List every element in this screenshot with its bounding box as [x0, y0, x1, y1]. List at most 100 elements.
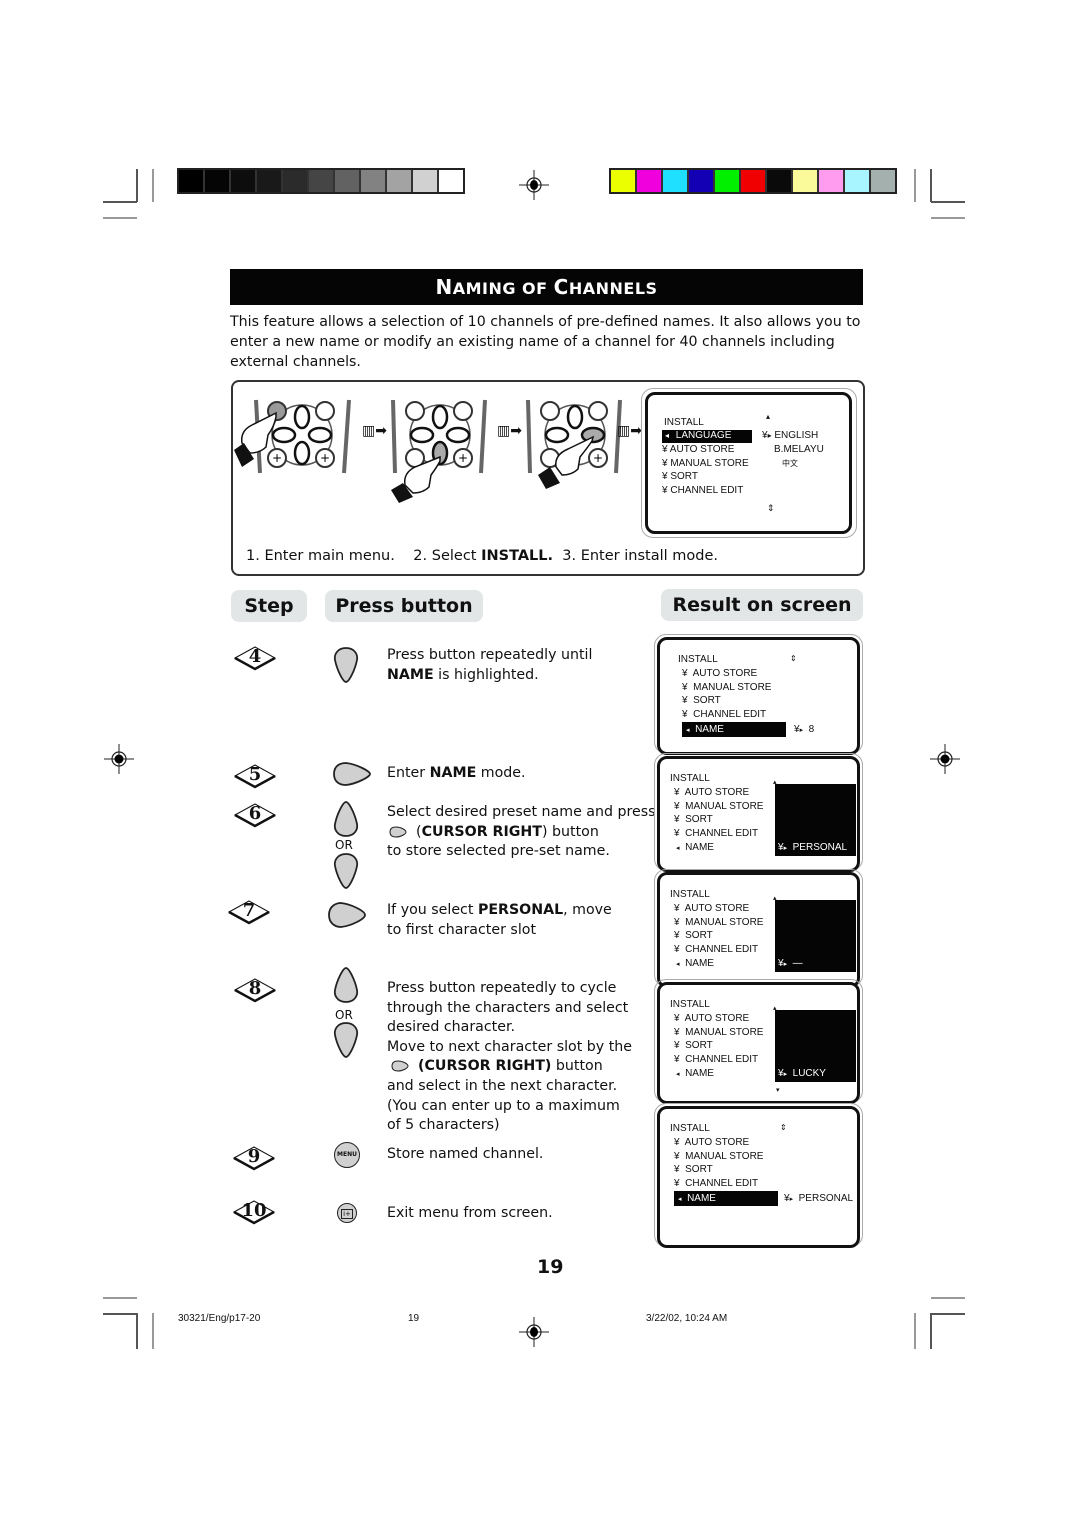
arrow-left-icon: ◂: [686, 727, 690, 734]
osd-item-label: AUTO STORE: [684, 787, 750, 798]
desc-text: Press button repeatedly until: [387, 647, 593, 663]
osd-item: ¥ AUTO STORE: [662, 444, 734, 455]
osd-item-label: LANGUAGE: [675, 430, 732, 441]
crop-mark: [152, 1313, 154, 1349]
cursor-right-button-icon: [391, 1060, 409, 1072]
bullet-icon: ¥: [674, 1053, 680, 1065]
svg-text:+: +: [458, 451, 468, 465]
osd-item-label: AUTO STORE: [684, 1137, 750, 1148]
arrow-left-icon: ◂: [676, 845, 680, 852]
desc-bold: NAME: [429, 765, 477, 781]
crop-mark: [103, 217, 137, 219]
cursor-right-button-icon: [333, 762, 371, 786]
result-screen-2: INSTALL ¥ AUTO STORE ¥ MANUAL STORE ¥ SORT ¥…: [657, 756, 860, 872]
crop-mark: [152, 169, 154, 202]
osd-item-label: MANUAL STORE: [685, 916, 764, 928]
osd-item-selected: ◂ NAME: [674, 1191, 778, 1206]
crop-mark: [136, 169, 138, 202]
desc-text: Select desired preset name and press: [387, 804, 656, 820]
osd-item-label: NAME: [695, 724, 724, 735]
osd-item: ◂ NAME: [676, 842, 714, 853]
bullet-icon: ¥: [682, 708, 688, 720]
up-arrow-icon: ▴: [773, 1005, 777, 1012]
caption-step-3: 3. Enter install mode.: [562, 548, 718, 564]
osd-item-label: AUTO STORE: [669, 444, 735, 455]
cursor-down-button-icon: [333, 1022, 359, 1058]
result-screen-1: INSTALL ¥ AUTO STORE ¥ MANUAL STORE ¥ SORT ¥…: [657, 637, 860, 755]
osd-item-label: SORT: [693, 695, 721, 706]
color-swatch: [741, 170, 767, 192]
caption-step-2: 2. Select: [413, 548, 482, 564]
osd-item: ¥ MANUAL STORE: [674, 801, 763, 812]
osd-item-label: MANUAL STORE: [685, 1026, 764, 1038]
arrow-icon: ▥➡: [617, 423, 642, 439]
osd-item-label: SORT: [685, 1040, 713, 1051]
updown-arrow-icon: ⇕: [790, 654, 797, 663]
osd-item-label: CHANNEL EDIT: [670, 485, 744, 496]
osd-option-selected: ¥▸ ENGLISH: [762, 430, 818, 441]
crop-mark: [136, 1313, 138, 1349]
desc-text: to first character slot: [387, 921, 537, 938]
osd-item: ¥ AUTO STORE: [682, 668, 757, 679]
bullet-icon: ¥: [674, 916, 680, 928]
osd-value: ¥▸ —: [778, 958, 803, 969]
column-header-press-button: Press button: [325, 590, 483, 622]
osd-value: ¥▸ LUCKY: [778, 1068, 826, 1079]
or-label: OR: [335, 838, 353, 852]
step-number-10: 10: [232, 1199, 276, 1225]
arrow-icon: ▥➡: [362, 423, 387, 439]
cursor-up-button-icon: [333, 647, 359, 683]
desc-text: Move to next character slot by the: [387, 1038, 632, 1055]
osd-item-label: CHANNEL EDIT: [685, 1053, 759, 1065]
color-swatch: [283, 170, 309, 192]
osd-item: ¥ CHANNEL EDIT: [674, 1054, 758, 1065]
grayscale-calibration-bar: [177, 168, 465, 194]
crop-mark: [103, 1313, 137, 1315]
registration-mark-icon: [930, 744, 960, 774]
crop-mark: [103, 201, 137, 203]
osd-item: ¥ AUTO STORE: [674, 787, 749, 798]
crop-mark: [931, 201, 965, 203]
color-calibration-bar: [609, 168, 897, 194]
section-title: NAMING OF CHANNELS: [230, 269, 863, 305]
osd-title: INSTALL: [670, 889, 710, 900]
step-number-label: 4: [248, 646, 262, 667]
bullet-icon: ¥: [674, 1150, 680, 1162]
up-arrow-icon: ▴: [773, 895, 777, 902]
color-swatch: [715, 170, 741, 192]
crop-mark: [914, 1313, 916, 1349]
up-arrow-icon: ▴: [766, 412, 771, 421]
osd-option: B.MELAYU: [774, 444, 824, 455]
osd-title: INSTALL: [670, 999, 710, 1010]
step-number-4: 4: [233, 645, 277, 671]
arrow-left-icon: ◂: [678, 1196, 682, 1203]
caption-step-2-bold: INSTALL.: [481, 548, 554, 564]
bullet-icon: ¥: [674, 1013, 680, 1024]
osd-item-label: MANUAL STORE: [685, 1150, 764, 1162]
osd-item-label: SORT: [685, 1164, 713, 1175]
osd-value: ¥▸ PERSONAL: [778, 842, 848, 853]
osd-item: ¥ CHANNEL EDIT: [674, 828, 758, 839]
color-swatch: [637, 170, 663, 192]
osd-item: ¥ CHANNEL EDIT: [662, 485, 743, 496]
color-swatch: [179, 170, 205, 192]
result-screen-4: INSTALL ¥ AUTO STORE ¥ MANUAL STORE ¥ SORT ¥…: [657, 982, 860, 1104]
step-number-8: 8: [233, 977, 277, 1003]
up-arrow-icon: ▴: [773, 779, 777, 786]
osd-item-label: CHANNEL EDIT: [685, 943, 759, 955]
osd-item: ¥ SORT: [674, 1164, 713, 1175]
title-part: HANNELS: [568, 279, 658, 298]
step-6-description: Select desired preset name and press (CU…: [387, 804, 656, 860]
desc-bold: (CURSOR RIGHT): [418, 1058, 552, 1075]
bullet-icon: ¥: [674, 1137, 680, 1148]
osd-item-label: CHANNEL EDIT: [685, 1177, 759, 1189]
osd-item: ¥ SORT: [674, 1040, 713, 1051]
crop-mark: [931, 217, 965, 219]
desc-text: and select in the next character.: [387, 1077, 618, 1094]
osd-value: ¥▸ 8: [794, 724, 815, 735]
svg-text:+: +: [593, 451, 603, 465]
osd-title: INSTALL: [670, 773, 710, 784]
osd-item-label: NAME: [685, 1068, 714, 1079]
info-button-label: i+: [341, 1208, 353, 1219]
crop-mark: [930, 169, 932, 202]
